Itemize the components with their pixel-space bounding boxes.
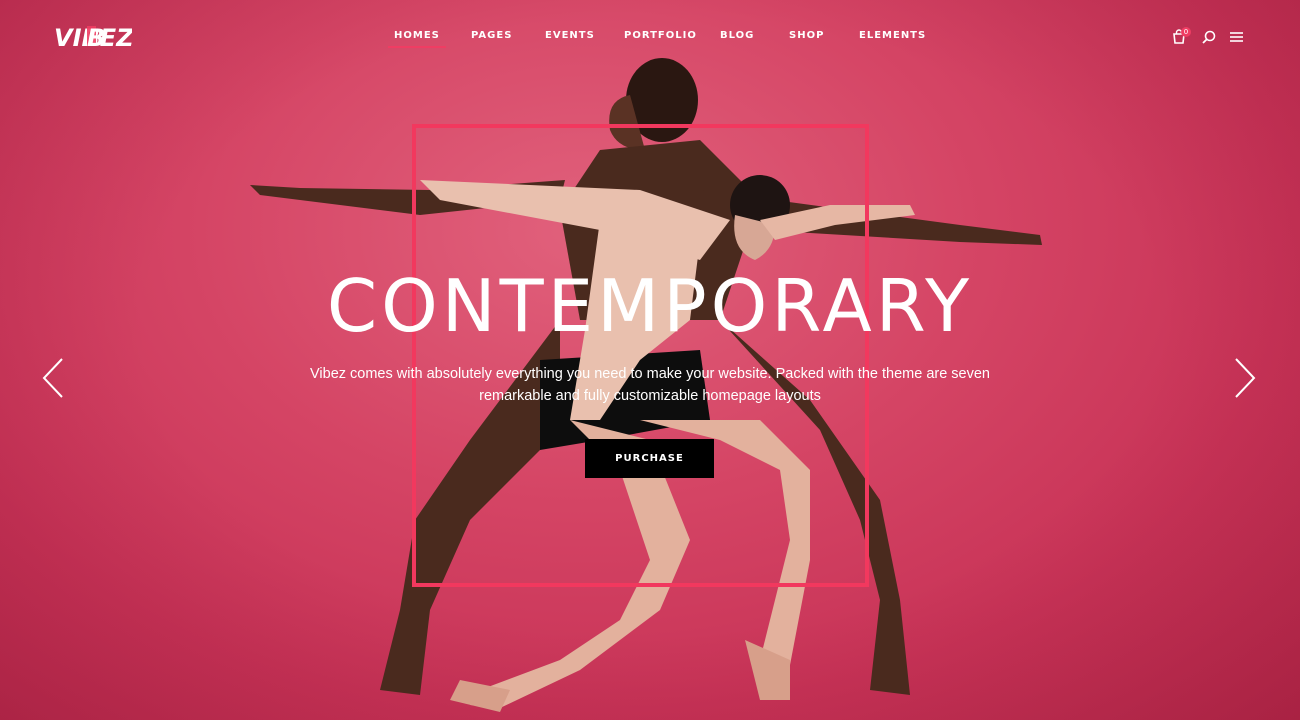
- nav-item-label: PORTFOLIO: [624, 30, 697, 41]
- nav-item-label: ELEMENTS: [859, 30, 927, 41]
- hero-description-line: remarkable and fully customizable homepa…: [479, 388, 821, 404]
- search-icon[interactable]: [1200, 28, 1218, 46]
- nav-item-shop[interactable]: SHOP: [789, 30, 824, 41]
- nav-item-label: HOMES: [394, 30, 440, 41]
- cart-count-badge: 0: [1181, 27, 1191, 37]
- hero-frame: [412, 124, 869, 587]
- nav-item-blog[interactable]: BLOG: [720, 30, 754, 41]
- nav-item-pages[interactable]: PAGES: [471, 30, 512, 41]
- nav-item-label: EVENTS: [545, 30, 595, 41]
- nav-item-events[interactable]: EVENTS: [545, 30, 595, 41]
- chevron-left-icon[interactable]: [40, 356, 66, 400]
- chevron-right-icon[interactable]: [1232, 356, 1258, 400]
- nav-item-portfolio[interactable]: PORTFOLIO: [624, 30, 697, 41]
- nav-item-label: BLOG: [720, 30, 755, 41]
- nav-item-elements[interactable]: ELEMENTS: [859, 30, 926, 41]
- hero-title: CONTEMPORARY: [326, 264, 974, 348]
- purchase-button[interactable]: PURCHASE: [585, 439, 714, 478]
- hero-description-line: Vibez comes with absolutely everything y…: [310, 366, 990, 382]
- main-nav: HOMES PAGES EVENTS PORTFOLIO BLOG SHOP E…: [0, 30, 1300, 50]
- nav-item-label: SHOP: [789, 30, 825, 41]
- hero-description: Vibez comes with absolutely everything y…: [300, 363, 1000, 407]
- nav-item-label: PAGES: [471, 30, 513, 41]
- nav-item-homes[interactable]: HOMES: [388, 30, 446, 48]
- nav-active-underline: [388, 46, 446, 48]
- menu-icon[interactable]: [1228, 28, 1246, 46]
